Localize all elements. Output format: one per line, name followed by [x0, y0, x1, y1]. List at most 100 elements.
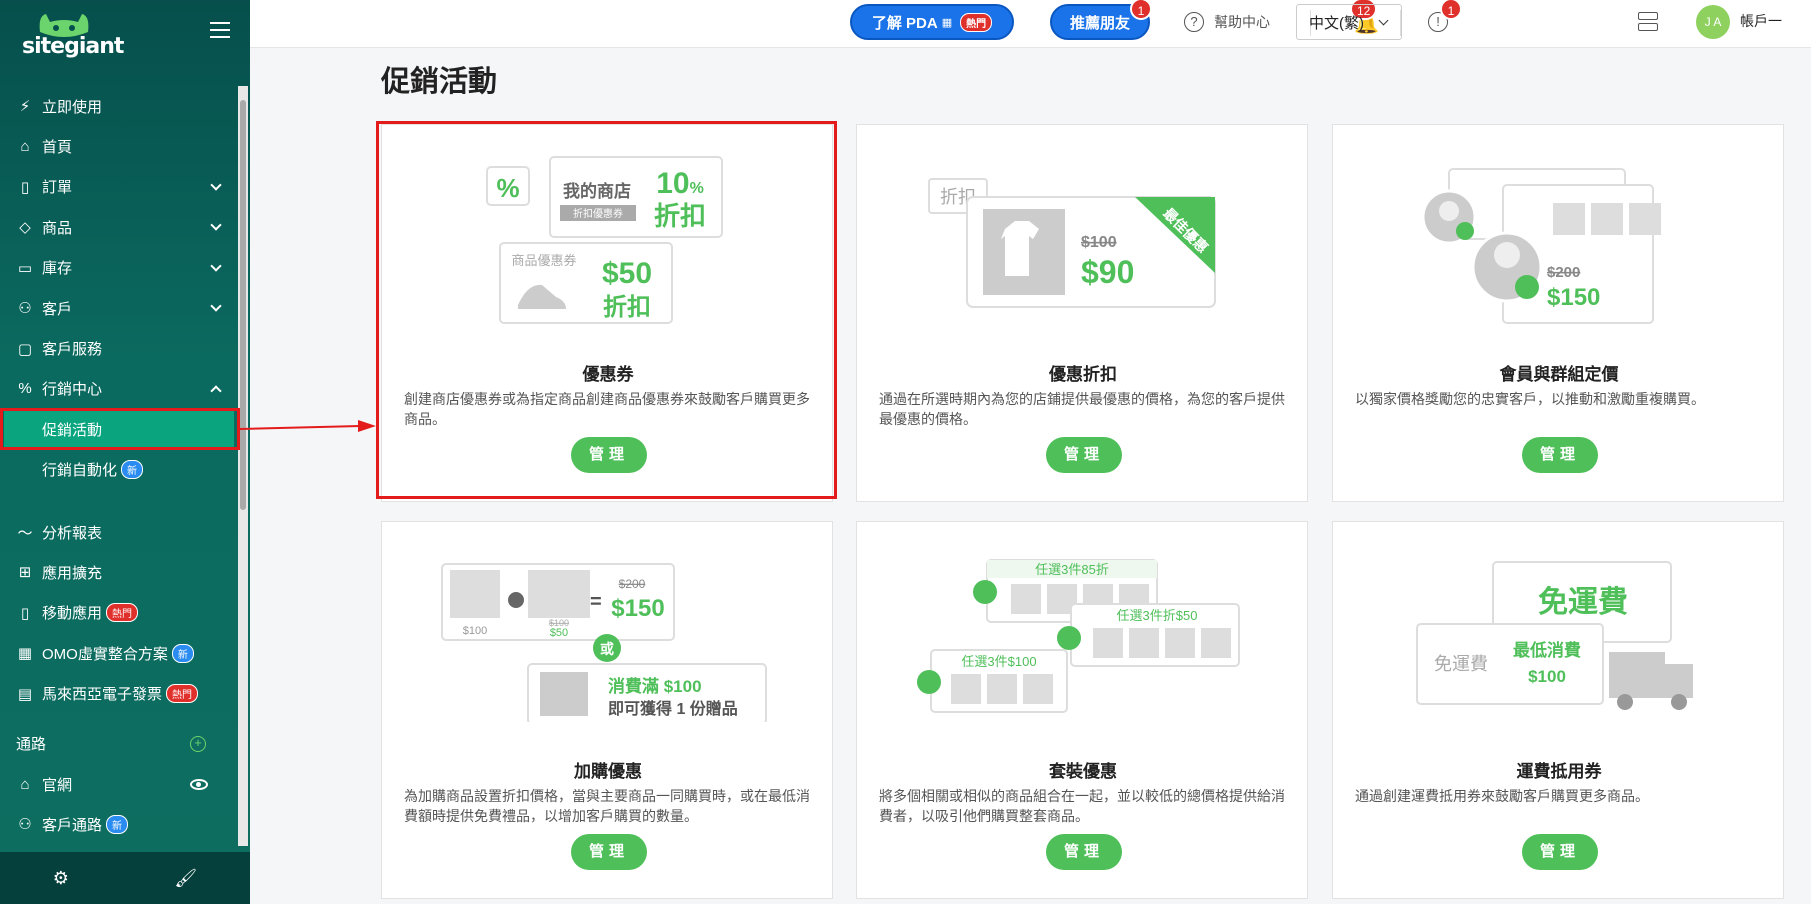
sidebar-item-customer-channels[interactable]: ⚇ 客戶通路新: [0, 804, 238, 844]
language-value: 中文(繁): [1309, 14, 1364, 32]
gear-icon[interactable]: ⚙: [53, 868, 69, 889]
new-badge: 新: [121, 460, 144, 480]
promo-card-member-pricing: $200 $150 會員與群組定價 以獨家價格獎勵您的忠實客戶，以推動和激勵重複…: [1332, 124, 1784, 502]
art-eq: =: [590, 591, 602, 613]
card-description: 以獨家價格獎勵您的忠實客戶，以推動和激勵重複購買。: [1355, 391, 1705, 407]
users-icon: ⚇: [18, 300, 32, 318]
hamburger-menu-icon[interactable]: [210, 22, 230, 38]
art-old: $200: [619, 577, 646, 591]
inventory-icon: ▭: [17, 259, 33, 277]
hot-badge: 熱門: [960, 12, 993, 32]
highlight-box: [0, 408, 240, 450]
chevron-down-icon: [1378, 15, 1389, 26]
hot-badge: 熱門: [106, 603, 139, 623]
help-center-link[interactable]: ? 幫助中心: [1184, 12, 1270, 32]
manage-button[interactable]: 管理: [1522, 834, 1598, 870]
sidebar-item-label: 立即使用: [42, 98, 103, 116]
sidebar-item-mobile-app[interactable]: ▯ 移動應用 熱門: [0, 593, 238, 633]
art-or: 或: [600, 641, 614, 657]
calculator-icon: ▦: [941, 16, 953, 29]
sidebar-item-label: 客戶: [42, 300, 73, 318]
card-title: 優惠折扣: [1049, 365, 1117, 384]
card-description: 通過創建運費抵用券來鼓勵客戶購買更多商品。: [1355, 788, 1649, 804]
chevron-down-icon: [210, 259, 222, 272]
sidebar-item-label: 分析報表: [42, 524, 103, 542]
sidebar-item-orders[interactable]: ▯ 訂單: [0, 167, 238, 207]
channels-label: 通路: [16, 736, 47, 754]
server-icon[interactable]: [1638, 12, 1658, 32]
sidebar-item-apps[interactable]: ⊞ 應用擴充: [0, 552, 238, 592]
chat-icon: ▢: [17, 340, 33, 358]
card-description: 通過在所選時期內為您的店鋪提供最優惠的價格，為您的客戶提供最優惠的價格。: [879, 391, 1285, 427]
sidebar-item-home[interactable]: ⌂ 首頁: [0, 126, 238, 166]
art-min: 最低消費: [1513, 640, 1581, 660]
discount-illustration: 折扣 $100 $90 最佳優惠: [928, 178, 1216, 308]
chevron-down-icon: [210, 219, 222, 231]
sidebar-item-label: 首頁: [42, 139, 73, 157]
learn-pda-button[interactable]: 了解 PDA ▦ 熱門: [850, 4, 1014, 40]
new-badge: 新: [171, 643, 194, 663]
art-free: 免運費: [1538, 586, 1628, 619]
sidebar-item-quick-start[interactable]: ⚡ 立即使用: [0, 86, 238, 126]
chevron-down-icon: [210, 179, 222, 191]
refer-label: 推薦朋友: [1069, 14, 1130, 32]
manage-button[interactable]: 管理: [571, 834, 647, 870]
sidebar-item-website[interactable]: ⌂ 官網: [0, 764, 238, 804]
promo-card-shipping-voucher: 免運費 免運費 最低消費 $100 運費抵用券 通過創建運費抵用券來鼓勵客戶購買…: [1332, 521, 1784, 899]
sidebar-item-einvoice[interactable]: ▤ 馬來西亞電子發票 熱門: [0, 673, 238, 713]
language-select[interactable]: 中文(繁): [1296, 4, 1402, 40]
box-icon: ◇: [19, 219, 31, 237]
chevron-down-icon: [210, 300, 222, 312]
sidebar-item-customers[interactable]: ⚇ 客戶: [0, 288, 238, 328]
card-title: 會員與群組定價: [1499, 365, 1619, 384]
alert-count-badge: 1: [1440, 0, 1462, 20]
hot-badge: 熱門: [166, 684, 199, 704]
art-gift: 即可獲得 1 份贈品: [608, 699, 738, 718]
sidebar-item-inventory[interactable]: ▭ 庫存: [0, 248, 238, 288]
sidebar-scrollbar[interactable]: [238, 86, 248, 846]
art-free2: 免運費: [1434, 654, 1488, 674]
logo-text: sitegiant: [22, 34, 124, 59]
manage-button[interactable]: 管理: [1046, 834, 1122, 870]
new-badge: 新: [106, 814, 129, 834]
promo-card-bundle: 任選3件85折 任選3件折$50 任選3件$100 套裝優惠 將多個相關或相似的…: [856, 521, 1308, 899]
card-title: 加購優惠: [574, 762, 642, 781]
manage-button[interactable]: 管理: [1522, 437, 1598, 473]
sidebar-item-omo[interactable]: ▦ OMO虛實整合方案新: [0, 633, 238, 673]
manage-button[interactable]: 管理: [1046, 437, 1122, 473]
scrollbar-thumb[interactable]: [240, 100, 246, 510]
account-name[interactable]: 帳戶一: [1740, 11, 1782, 31]
question-icon: ?: [1184, 12, 1204, 32]
card-title: 套裝優惠: [1049, 762, 1117, 781]
sidebar-item-analytics[interactable]: 〜分析報表: [0, 512, 238, 552]
percent-icon: %: [18, 380, 32, 398]
add-channel-icon[interactable]: +: [190, 735, 206, 752]
sitegiant-logo[interactable]: sitegiant: [18, 12, 138, 62]
promo-card-addon: $100 $100 $50 = $200 $150 或 消費滿 $100 即可獲…: [381, 521, 833, 899]
sidebar-nav: ⚡ 立即使用 ⌂ 首頁 ▯ 訂單 ◇ 商品 ▭ 庫存 ⚇ 客戶 ▢ 客戶服務 % 行銷中心 促銷…: [0, 86, 238, 845]
art-new-price: $90: [1081, 254, 1134, 290]
help-label: 幫助中心: [1214, 14, 1270, 30]
sidebar-item-label: 客戶通路: [42, 816, 103, 834]
avatar[interactable]: J A: [1696, 5, 1730, 39]
lightning-icon: ⚡: [19, 98, 31, 116]
eye-icon[interactable]: [190, 778, 208, 790]
art-new: $150: [611, 595, 664, 622]
pointer-arrow: [239, 420, 376, 432]
art-p1: $100: [463, 625, 487, 637]
sidebar-item-label: 應用擴充: [42, 564, 103, 582]
channels-section: 通路 +: [0, 724, 238, 764]
art-spend: 消費滿 $100: [608, 676, 702, 696]
art-new-price: $150: [1547, 284, 1600, 311]
art-bundle-3: 任選3件$100: [961, 654, 1036, 669]
sidebar-item-label: 官網: [42, 776, 73, 794]
sidebar-item-products[interactable]: ◇ 商品: [0, 207, 238, 247]
sidebar-item-marketing-automation[interactable]: 行銷自動化新: [0, 450, 238, 490]
sidebar-item-marketing[interactable]: % 行銷中心: [0, 369, 238, 409]
brush-icon[interactable]: 🖌: [174, 868, 197, 889]
sidebar-item-label: 移動應用: [42, 605, 103, 623]
bundle-illustration: 任選3件85折 任選3件折$50 任選3件$100: [917, 559, 1240, 713]
sidebar-item-customer-service[interactable]: ▢ 客戶服務: [0, 328, 238, 368]
